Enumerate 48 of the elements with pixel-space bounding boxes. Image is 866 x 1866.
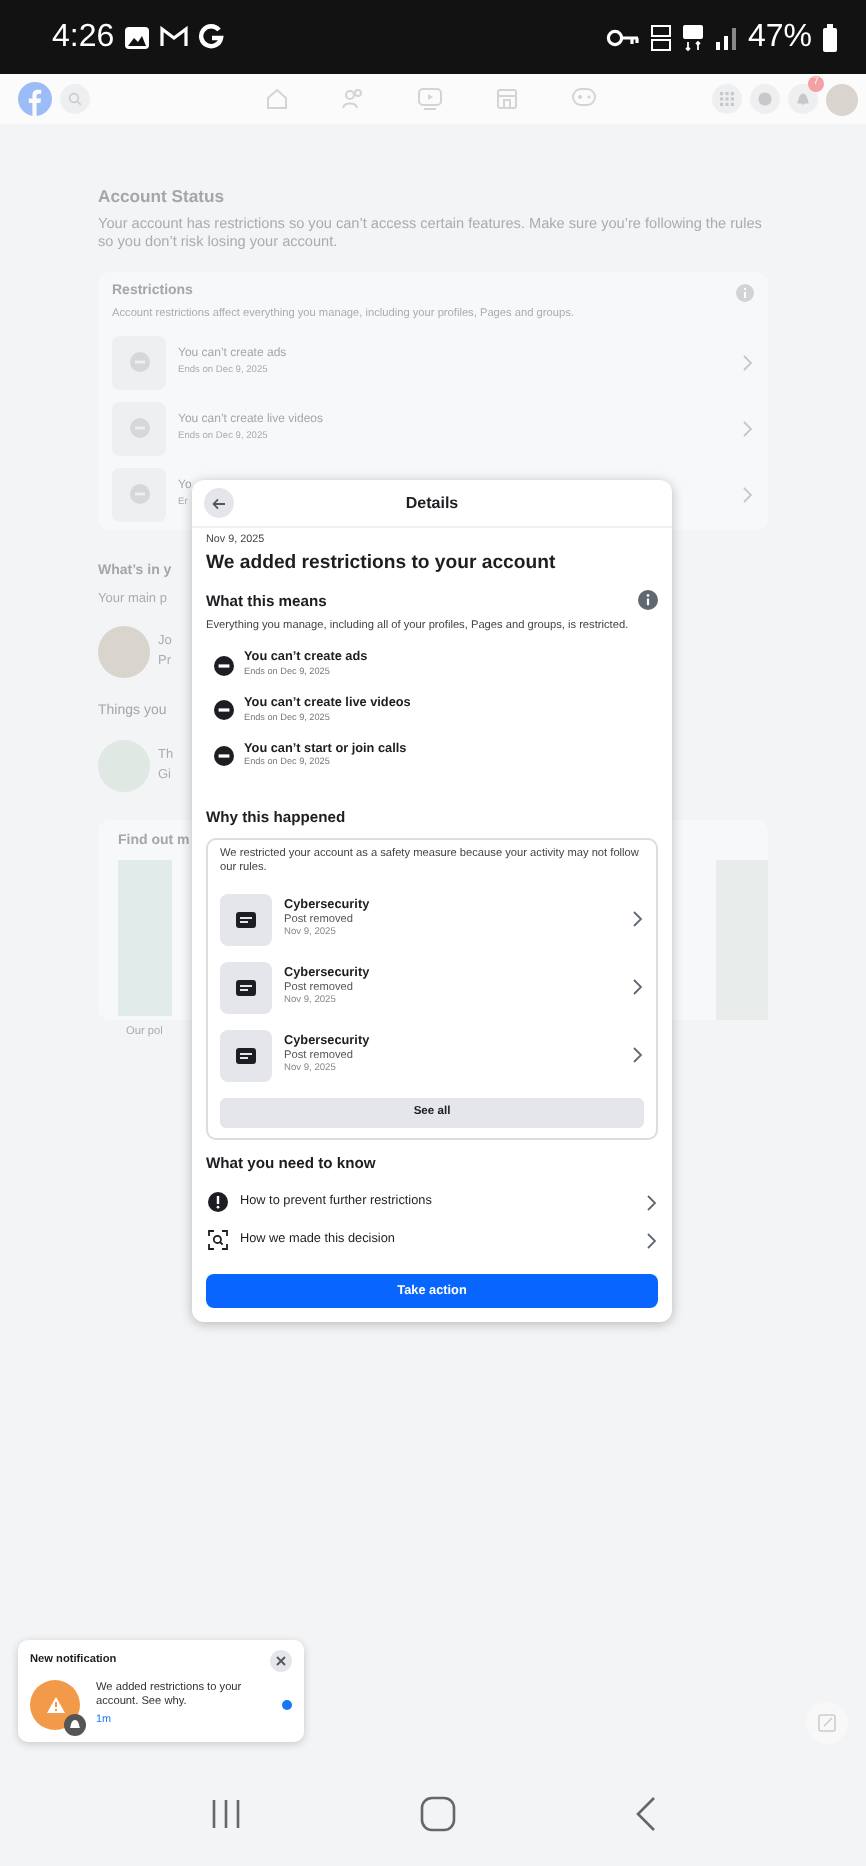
menu-grid-icon[interactable] xyxy=(712,84,742,114)
page-title: Account Status xyxy=(98,184,225,210)
post-icon xyxy=(220,961,272,1014)
back-button[interactable] xyxy=(204,488,234,518)
status-time: 4:26 xyxy=(52,17,115,57)
chevron-icon[interactable] xyxy=(632,910,644,929)
post-icon xyxy=(220,893,272,946)
restricted-icon xyxy=(112,335,166,390)
restricted-icon xyxy=(214,745,234,766)
battery-icon xyxy=(822,23,838,51)
chevron-icon[interactable] xyxy=(632,978,644,997)
restricted-icon xyxy=(112,467,166,522)
compose-button[interactable] xyxy=(806,1702,848,1744)
profile-avatar[interactable] xyxy=(826,83,858,115)
mail-icon xyxy=(160,26,189,48)
exclamation-icon xyxy=(208,1192,228,1213)
home-button-icon[interactable] xyxy=(420,1796,457,1832)
restricted-icon xyxy=(112,401,166,456)
restricted-icon xyxy=(214,700,234,721)
info-icon[interactable] xyxy=(638,590,658,611)
image-icon xyxy=(124,25,151,49)
warning-avatar-icon xyxy=(30,1680,80,1730)
friends-icon[interactable] xyxy=(342,88,364,110)
chevron-icon[interactable] xyxy=(632,1046,644,1065)
battery-percentage: 47% xyxy=(747,17,812,57)
profile-photo xyxy=(98,626,150,678)
post-icon xyxy=(220,1029,272,1082)
gamepad-icon[interactable] xyxy=(572,88,596,106)
back-icon[interactable] xyxy=(636,1796,657,1832)
dialog-title: Details xyxy=(403,491,461,515)
close-button[interactable] xyxy=(270,1650,292,1672)
restricted-icon xyxy=(214,655,234,676)
close-icon xyxy=(276,1656,286,1666)
g-logo-icon xyxy=(198,24,225,50)
arrow-left-icon xyxy=(212,497,226,509)
scan-search-icon xyxy=(208,1230,228,1251)
marketplace-icon[interactable] xyxy=(496,88,518,110)
heading: We added restrictions to your account xyxy=(206,550,558,579)
home-icon[interactable] xyxy=(266,88,288,110)
key-icon xyxy=(605,27,640,47)
network-5g-icon xyxy=(681,23,704,51)
notifications-bell-icon[interactable] xyxy=(788,84,818,114)
video-icon[interactable] xyxy=(418,88,442,110)
pencil-square-icon xyxy=(818,1714,836,1732)
facebook-logo-icon[interactable] xyxy=(18,82,52,116)
signal-icon xyxy=(713,25,738,49)
search-icon[interactable] xyxy=(60,84,90,114)
recent-apps-icon[interactable] xyxy=(209,1798,242,1830)
